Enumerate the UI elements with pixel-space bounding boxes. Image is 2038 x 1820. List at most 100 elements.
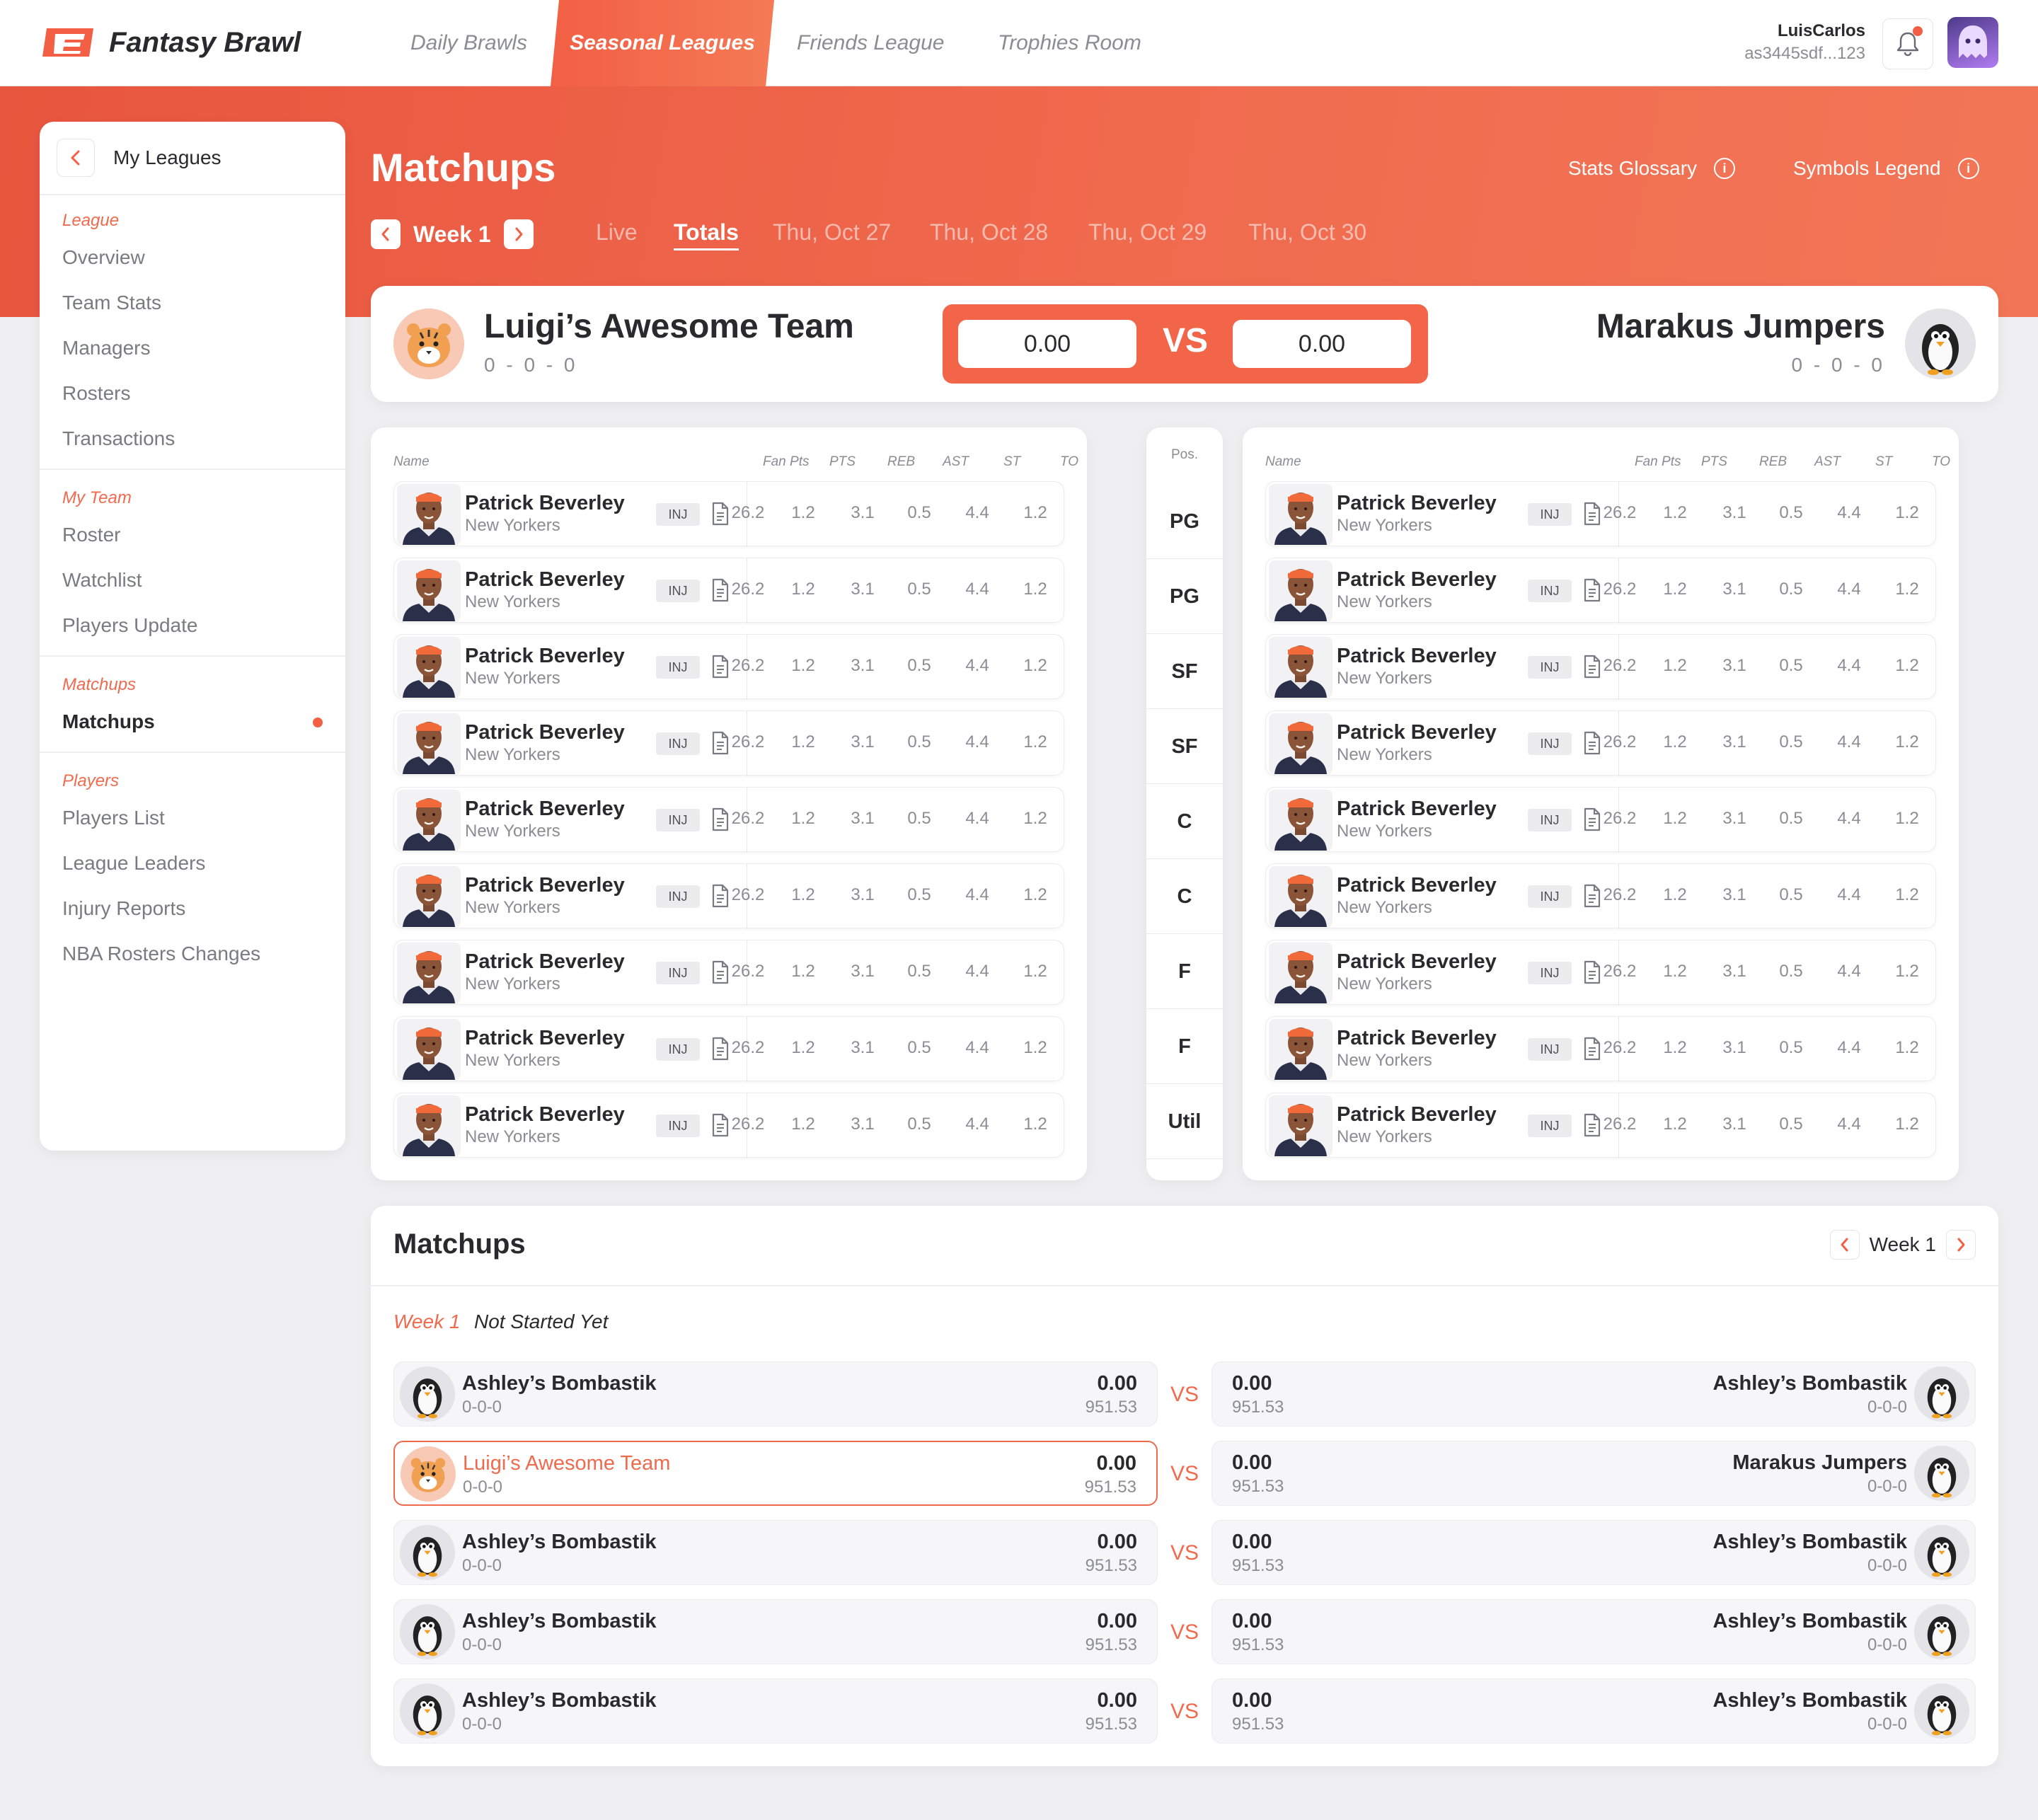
player-row[interactable]: Patrick Beverley New Yorkers INJ 26.2 1.2 3.1… [1265, 1093, 1936, 1158]
stat-fan-pts: 26.2 [731, 1038, 765, 1057]
tab-thu-oct-27[interactable]: Thu, Oct 27 [773, 219, 891, 246]
player-row[interactable]: Patrick Beverley New Yorkers INJ 26.2 1.2 3.1… [1265, 1016, 1936, 1082]
player-row[interactable]: Patrick Beverley New Yorkers INJ 26.2 1.2 3.1… [1265, 481, 1936, 547]
player-name[interactable]: Patrick Beverley [465, 950, 625, 974]
stat-reb: 3.1 [1722, 656, 1746, 675]
sidebar-item-managers[interactable]: Managers [40, 326, 345, 371]
player-name[interactable]: Patrick Beverley [1337, 721, 1497, 744]
injury-badge: INJ [1528, 732, 1572, 755]
tab-thu-oct-30[interactable]: Thu, Oct 30 [1248, 219, 1366, 246]
tab-thu-oct-28[interactable]: Thu, Oct 28 [930, 219, 1048, 246]
player-row[interactable]: Patrick Beverley New Yorkers INJ 26.2 1.2 3.1… [393, 1016, 1064, 1082]
player-name[interactable]: Patrick Beverley [465, 492, 625, 515]
player-name[interactable]: Patrick Beverley [1337, 950, 1497, 974]
player-row[interactable]: Patrick Beverley New Yorkers INJ 26.2 1.2 3.1… [1265, 787, 1936, 853]
player-row[interactable]: Patrick Beverley New Yorkers INJ 26.2 1.2 3.1… [393, 940, 1064, 1006]
matchup-away-card[interactable]: 0.00 951.53 Ashley’s Bombastik 0-0-0 [1211, 1520, 1976, 1585]
player-row[interactable]: Patrick Beverley New Yorkers INJ 26.2 1.2 3.1… [393, 863, 1064, 929]
player-photo-icon [1269, 866, 1332, 927]
nav-tab-trophies-room[interactable]: Trophies Room [998, 0, 1141, 86]
player-row[interactable]: Patrick Beverley New Yorkers INJ 26.2 1.2 3.1… [393, 1093, 1064, 1158]
sidebar-item-players-list[interactable]: Players List [40, 795, 345, 841]
nav-tab-seasonal-leagues[interactable]: Seasonal Leagues [551, 0, 774, 86]
sidebar-item-overview[interactable]: Overview [40, 235, 345, 280]
player-name[interactable]: Patrick Beverley [1337, 797, 1497, 821]
notifications-button[interactable] [1882, 18, 1933, 69]
sidebar-item-injury-reports[interactable]: Injury Reports [40, 886, 345, 931]
player-name[interactable]: Patrick Beverley [1337, 874, 1497, 897]
matchup-home-card[interactable]: Ashley’s Bombastik 0-0-0 0.00 951.53 [393, 1678, 1158, 1744]
player-name[interactable]: Patrick Beverley [465, 797, 625, 821]
tab-thu-oct-29[interactable]: Thu, Oct 29 [1088, 219, 1207, 246]
prev-week-button[interactable] [371, 219, 401, 249]
sidebar-item-transactions[interactable]: Transactions [40, 416, 345, 461]
player-row[interactable]: Patrick Beverley New Yorkers INJ 26.2 1.2 3.1… [393, 558, 1064, 623]
matchup-away-card[interactable]: 0.00 951.53 Marakus Jumpers 0-0-0 [1211, 1441, 1976, 1506]
sidebar-item-team-stats[interactable]: Team Stats [40, 280, 345, 326]
home-team-name[interactable]: Luigi’s Awesome Team [484, 307, 854, 346]
sidebar-item-nba-rosters-changes[interactable]: NBA Rosters Changes [40, 931, 345, 977]
sidebar-item-league-leaders[interactable]: League Leaders [40, 841, 345, 886]
player-name[interactable]: Patrick Beverley [1337, 645, 1497, 668]
player-photo [397, 866, 461, 927]
nav-tab-friends-league[interactable]: Friends League [797, 0, 944, 86]
player-row[interactable]: Patrick Beverley New Yorkers INJ 26.2 1.2 3.1… [393, 787, 1064, 853]
player-row[interactable]: Patrick Beverley New Yorkers INJ 26.2 1.2 3.1… [1265, 634, 1936, 700]
sidebar-item-watchlist[interactable]: Watchlist [40, 558, 345, 603]
player-name[interactable]: Patrick Beverley [465, 645, 625, 668]
player-row[interactable]: Patrick Beverley New Yorkers INJ 26.2 1.2 3.1… [1265, 710, 1936, 776]
sidebar-item-rosters[interactable]: Rosters [40, 371, 345, 416]
player-name[interactable]: Patrick Beverley [465, 1103, 625, 1127]
player-name[interactable]: Patrick Beverley [1337, 492, 1497, 515]
player-name[interactable]: Patrick Beverley [1337, 568, 1497, 592]
player-row[interactable]: Patrick Beverley New Yorkers INJ 26.2 1.2 3.1… [1265, 863, 1936, 929]
player-name[interactable]: Patrick Beverley [465, 721, 625, 744]
matchup-home-card[interactable]: Luigi’s Awesome Team 0-0-0 0.00 951.53 [393, 1441, 1158, 1506]
injury-badge: INJ [656, 1115, 700, 1137]
sidebar-item-label: Players List [62, 807, 165, 829]
sidebar-item-matchups[interactable]: Matchups [40, 699, 345, 744]
matchups-prev-week-button[interactable] [1829, 1230, 1860, 1260]
matchup-away-card[interactable]: 0.00 951.53 Ashley’s Bombastik 0-0-0 [1211, 1361, 1976, 1427]
sidebar-item-roster[interactable]: Roster [40, 512, 345, 558]
matchup-home-card[interactable]: Ashley’s Bombastik 0-0-0 0.00 951.53 [393, 1520, 1158, 1585]
player-name[interactable]: Patrick Beverley [1337, 1027, 1497, 1050]
away-team-name[interactable]: Marakus Jumpers [1596, 307, 1885, 346]
matchup-home-card[interactable]: Ashley’s Bombastik 0-0-0 0.00 951.53 [393, 1361, 1158, 1427]
injury-badge: INJ [656, 580, 700, 602]
user-avatar[interactable] [1947, 17, 1998, 68]
player-row[interactable]: Patrick Beverley New Yorkers INJ 26.2 1.2 3.1… [393, 710, 1064, 776]
logo[interactable]: Fantasy Brawl [40, 25, 301, 59]
team-avatar [1914, 1525, 1969, 1580]
stat-reb: 3.1 [851, 580, 875, 599]
player-row[interactable]: Patrick Beverley New Yorkers INJ 26.2 1.2 3.1… [393, 634, 1064, 700]
player-team: New Yorkers [465, 974, 560, 993]
nav-tab-daily-brawls[interactable]: Daily Brawls [410, 0, 527, 86]
injury-badge: INJ [656, 885, 700, 908]
player-row[interactable]: Patrick Beverley New Yorkers INJ 26.2 1.2 3.1… [393, 481, 1064, 547]
stat-to: 1.2 [1023, 656, 1047, 675]
player-name[interactable]: Patrick Beverley [465, 1027, 625, 1050]
tab-live[interactable]: Live [596, 219, 638, 246]
back-button[interactable] [57, 139, 95, 177]
sidebar-item-players-update[interactable]: Players Update [40, 603, 345, 648]
player-name[interactable]: Patrick Beverley [1337, 1103, 1497, 1127]
matchup-away-card[interactable]: 0.00 951.53 Ashley’s Bombastik 0-0-0 [1211, 1599, 1976, 1664]
versus-scoreboard: 0.00 VS 0.00 [943, 304, 1428, 384]
player-row[interactable]: Patrick Beverley New Yorkers INJ 26.2 1.2 3.1… [1265, 940, 1936, 1006]
matchups-next-week-button[interactable] [1946, 1230, 1976, 1260]
away-team-score: 0.00 [1233, 320, 1411, 368]
matchup-home-card[interactable]: Ashley’s Bombastik 0-0-0 0.00 951.53 [393, 1599, 1158, 1664]
stat-to: 1.2 [1023, 809, 1047, 828]
player-row[interactable]: Patrick Beverley New Yorkers INJ 26.2 1.2 3.1… [1265, 558, 1936, 623]
matchup-away-card[interactable]: 0.00 951.53 Ashley’s Bombastik 0-0-0 [1211, 1678, 1976, 1744]
player-name[interactable]: Patrick Beverley [465, 874, 625, 897]
player-name[interactable]: Patrick Beverley [465, 568, 625, 592]
stat-pts: 1.2 [1663, 732, 1687, 751]
column-header-to: TO [1932, 454, 1951, 469]
stats-glossary-link[interactable]: Stats Glossary i [1568, 157, 1736, 180]
next-week-button[interactable] [503, 219, 534, 249]
stat-to: 1.2 [1895, 656, 1919, 675]
symbols-legend-link[interactable]: Symbols Legend i [1793, 157, 1979, 180]
tab-totals[interactable]: Totals [674, 219, 739, 250]
